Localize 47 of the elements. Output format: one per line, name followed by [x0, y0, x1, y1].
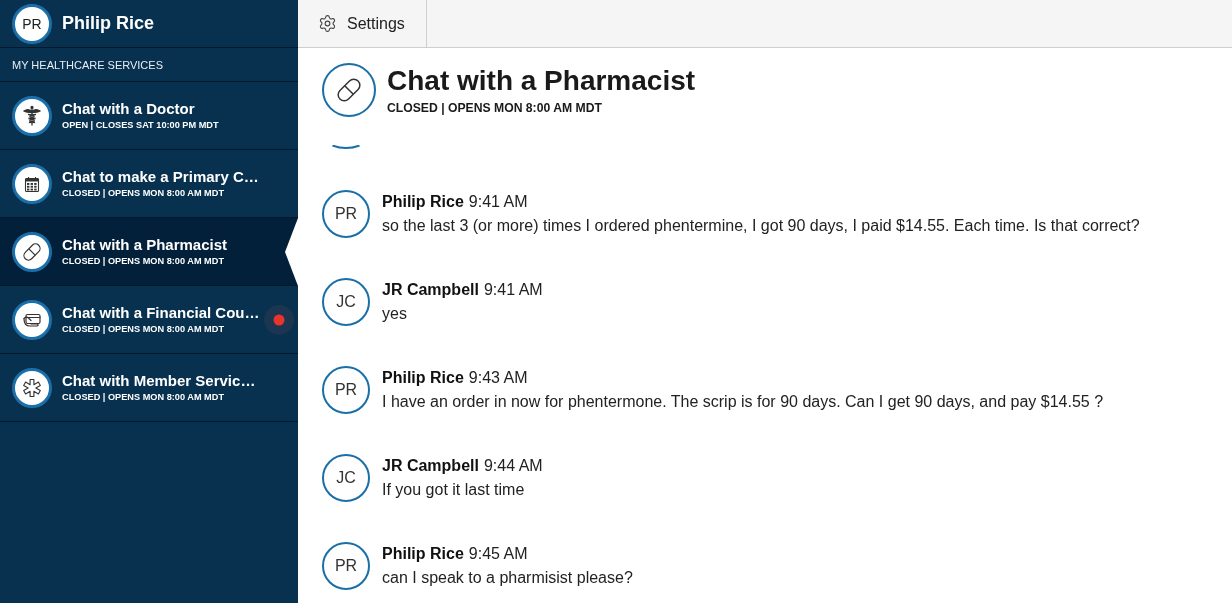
service-item[interactable]: Chat with a Pharmacist CLOSED | OPENS MON 8:00 AM MDT	[0, 218, 298, 286]
avatar-edge-drawing	[332, 145, 360, 149]
user-name: Philip Rice	[62, 13, 155, 34]
author-name: Philip Rice	[382, 192, 464, 212]
service-item[interactable]: Chat with a Financial Cou… CLOSED | OPENS MON 8:00 AM MDT	[0, 286, 298, 354]
section-title: MY HEALTHCARE SERVICES	[12, 58, 163, 71]
message-text: I have an order in now for phentermone. The scrip is for 90 days. Can I get 90 days, and pay $14.55 ?	[382, 392, 1104, 412]
message-time: 9:41 AM	[468, 192, 528, 212]
service-item[interactable]: Chat with Member Servic… CLOSED | OPENS MON 8:00 AM MDT	[0, 354, 298, 422]
service-status: OPEN | CLOSES SAT 10:00 PM MDT	[62, 120, 219, 131]
message-time: 9:43 AM	[468, 368, 528, 388]
card-icon	[12, 299, 52, 340]
author-name: Philip Rice	[382, 368, 464, 388]
author-avatar: PR	[322, 542, 370, 590]
service-title: Chat with a Financial Cou…	[62, 304, 260, 322]
message-time: 9:41 AM	[483, 280, 543, 300]
message-text: yes	[382, 304, 407, 324]
service-status: CLOSED | OPENS MON 8:00 AM MDT	[62, 256, 224, 267]
author-avatar: JC	[322, 454, 370, 502]
pill-icon	[12, 231, 52, 272]
caduceus-icon	[12, 95, 52, 136]
author-avatar: PR	[322, 190, 370, 238]
pill-icon	[322, 63, 376, 117]
chat-status: CLOSED | OPENS MON 8:00 AM MDT	[387, 101, 602, 115]
service-title: Chat with Member Servic…	[62, 372, 256, 390]
author-name: JR Campbell	[382, 456, 479, 476]
service-item[interactable]: Chat with a Doctor OPEN | CLOSES SAT 10:00 PM MDT	[0, 82, 298, 150]
service-status: CLOSED | OPENS MON 8:00 AM MDT	[62, 392, 224, 403]
message-text: so the last 3 (or more) times I ordered phentermine, I got 90 days, I paid $14.55. Each time. Is that correct?	[382, 216, 1140, 236]
author-name: Philip Rice	[382, 544, 464, 564]
author-avatar: PR	[322, 366, 370, 414]
service-status: CLOSED | OPENS MON 8:00 AM MDT	[62, 188, 224, 199]
message-text: If you got it last time	[382, 480, 525, 500]
chat-title: Chat with a Pharmacist	[387, 65, 696, 97]
service-title: Chat with a Pharmacist	[62, 236, 228, 254]
message-time: 9:44 AM	[483, 456, 543, 476]
service-title: Chat with a Doctor	[62, 100, 195, 118]
author-name: JR Campbell	[382, 280, 479, 300]
calendar-icon	[12, 163, 52, 204]
settings-icon	[318, 14, 337, 33]
author-avatar: JC	[322, 278, 370, 326]
asterisk-icon	[12, 367, 52, 408]
user-avatar: PR	[12, 3, 52, 44]
service-status: CLOSED | OPENS MON 8:00 AM MDT	[62, 324, 224, 335]
message-time: 9:45 AM	[468, 544, 528, 564]
message-text: can I speak to a pharmisist please?	[382, 568, 633, 588]
service-title: Chat to make a Primary C…	[62, 168, 259, 186]
